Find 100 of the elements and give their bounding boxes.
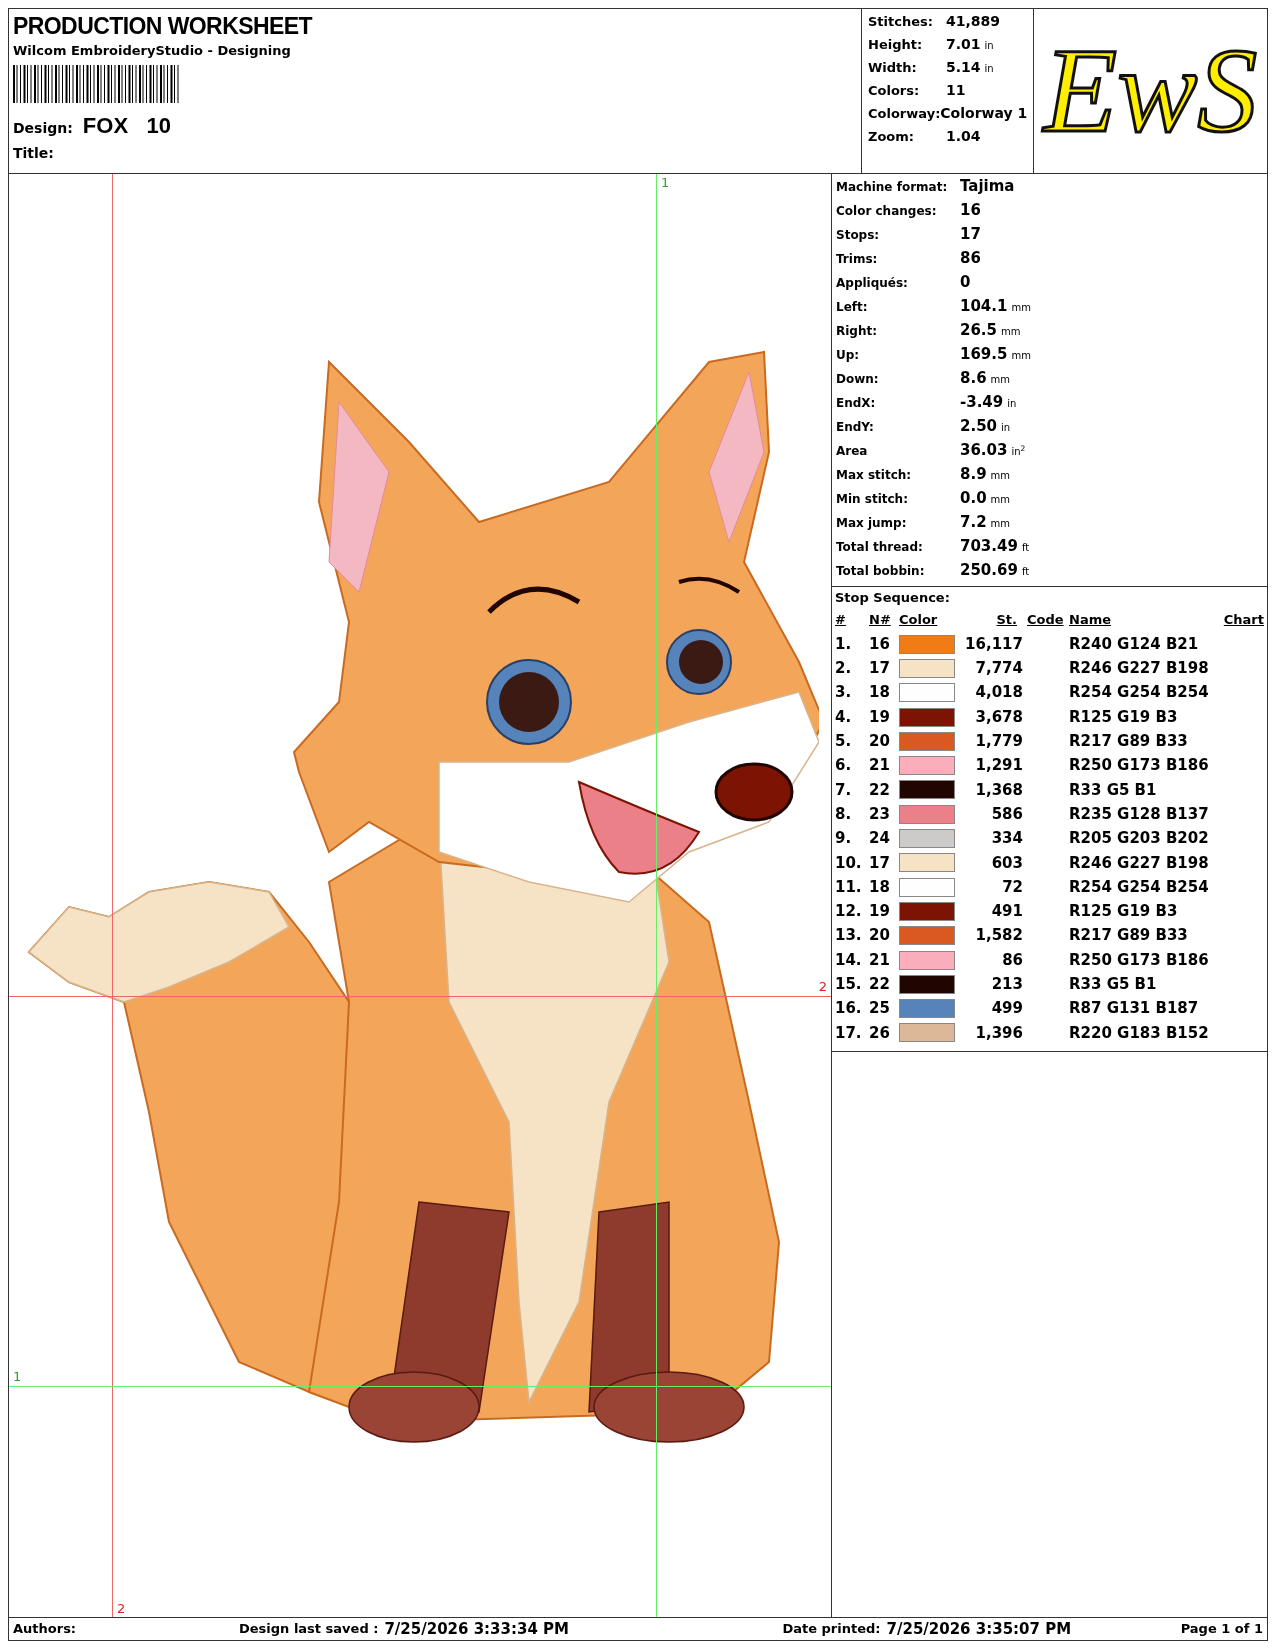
stat-label: Right: (836, 323, 879, 340)
table-cell-text: 16. (835, 998, 863, 1020)
table-cell-text: 22 (869, 974, 891, 996)
table-cell-text: 18 (869, 682, 891, 704)
software-subtitle: Wilcom EmbroideryStudio - Designing (13, 42, 292, 60)
table-cell-text: 4,018 (974, 682, 1023, 704)
table-cell-text: R250 G173 B186 (1069, 949, 1210, 971)
table-cell-text: 23 (869, 803, 891, 825)
table-cell-text: 1,582 (974, 925, 1023, 947)
table-cell-text: 3,678 (974, 706, 1023, 728)
design-label: Design: (13, 119, 73, 138)
stat-value: 250.69 ft (960, 560, 1030, 581)
printed-date: 7/25/2026 3:35:07 PM (886, 1618, 1072, 1640)
table-cell-text: 334 (990, 828, 1023, 850)
summary-label: Height: (868, 36, 924, 54)
stat-label: Total bobbin: (836, 563, 926, 580)
guide-label: 2 (818, 980, 827, 993)
table-cell-text: 1,396 (974, 1022, 1023, 1044)
guide-label: 1 (13, 1370, 22, 1383)
table-cell-text: 1,368 (974, 779, 1023, 801)
table-cell-text: 603 (990, 852, 1023, 874)
stat-value: 26.5 mm (960, 320, 1021, 341)
summary-label: Colorway: (868, 105, 941, 123)
design-name: FOX 10 (82, 112, 171, 140)
table-cell-text: 491 (990, 901, 1023, 923)
table-cell-text: 11. (835, 876, 863, 898)
table-cell-text: 24 (869, 828, 891, 850)
stat-label: Up: (836, 347, 861, 364)
table-cell-text: 14. (835, 949, 863, 971)
stat-label: Area (836, 443, 869, 460)
guide-label: 1 (661, 176, 670, 189)
table-cell-text: R246 G227 B198 (1069, 658, 1210, 680)
stat-value: 17 (960, 224, 981, 245)
stat-value: Tajima (960, 176, 1015, 197)
table-cell-text: R254 G254 B254 (1069, 876, 1210, 898)
stat-label: EndX: (836, 395, 877, 412)
table-cell-text: 17. (835, 1022, 863, 1044)
table-cell-text: R254 G254 B254 (1069, 682, 1210, 704)
summary-label: Colors: (868, 82, 921, 100)
table-cell-text: R125 G19 B3 (1069, 901, 1179, 923)
stat-value: 36.03 in$^{2}$ (960, 440, 1026, 461)
table-cell-text: 17 (869, 658, 891, 680)
table-cell-text: 3. (835, 682, 853, 704)
table-cell-text: R125 G19 B3 (1069, 706, 1179, 728)
table-cell-text: 6. (835, 755, 853, 777)
table-cell-text: 17 (869, 852, 891, 874)
summary-value: 5.14 in (946, 58, 994, 77)
table-cell-text: 25 (869, 998, 891, 1020)
summary-label: Width: (868, 59, 918, 77)
authors-label: Authors: (13, 1620, 78, 1639)
stat-value: 8.9 mm (960, 464, 1011, 485)
column-header: Color (899, 611, 939, 630)
title-label: Title: (13, 144, 55, 163)
table-cell-text: 2. (835, 658, 853, 680)
table-cell-text: 1,779 (974, 731, 1023, 753)
table-cell-text: 4. (835, 706, 853, 728)
table-cell-text: R220 G183 B152 (1069, 1022, 1210, 1044)
table-cell-text: 16,117 (964, 633, 1023, 655)
table-cell-text: 86 (1001, 949, 1023, 971)
saved-label: Design last saved : (239, 1620, 379, 1639)
table-cell-text: R217 G89 B33 (1069, 925, 1189, 947)
stat-value: 0 (960, 272, 971, 293)
summary-value: 7.01 in (946, 35, 994, 54)
column-header: # (835, 611, 847, 630)
table-cell-text: 21 (869, 949, 891, 971)
stat-value: 7.2 mm (960, 512, 1011, 533)
page-number: Page 1 of 1 (1180, 1620, 1263, 1639)
stat-label: Stops: (836, 227, 881, 244)
table-cell-text: 1. (835, 633, 853, 655)
summary-value: Colorway 1 (940, 104, 1028, 123)
table-cell-text: R235 G128 B137 (1069, 803, 1210, 825)
column-header: Code (1026, 611, 1065, 630)
stat-label: Left: (836, 299, 869, 316)
table-cell-text: 72 (1001, 876, 1023, 898)
saved-date: 7/25/2026 3:33:34 PM (384, 1618, 570, 1640)
stat-value: 2.50 in (960, 416, 1011, 437)
table-cell-text: R240 G124 B21 (1069, 633, 1200, 655)
table-cell-text: 20 (869, 925, 891, 947)
table-cell-text: 19 (869, 706, 891, 728)
table-cell-text: 20 (869, 731, 891, 753)
stat-value: 86 (960, 248, 981, 269)
worksheet-title: PRODUCTION WORKSHEET (13, 12, 314, 41)
stat-value: 16 (960, 200, 981, 221)
table-cell-text: R33 G5 B1 (1069, 974, 1158, 996)
table-cell-text: 213 (990, 974, 1023, 996)
table-cell-text: 1,291 (974, 755, 1023, 777)
table-cell-text: 5. (835, 731, 853, 753)
stat-value: -3.49 in (960, 392, 1017, 413)
stat-label: Appliqués: (836, 275, 909, 292)
table-cell-text: 499 (990, 998, 1023, 1020)
stat-value: 104.1 mm (960, 296, 1031, 317)
stat-value: 0.0 mm (960, 488, 1011, 509)
table-cell-text: 22 (869, 779, 891, 801)
table-cell-text: R33 G5 B1 (1069, 779, 1158, 801)
table-cell-text: R87 G131 B187 (1069, 998, 1200, 1020)
table-cell-text: 26 (869, 1022, 891, 1044)
summary-value: 1.04 (946, 127, 981, 146)
section-title: Stop Sequence: (835, 589, 951, 607)
table-cell-text: R246 G227 B198 (1069, 852, 1210, 874)
summary-label: Stitches: (868, 13, 934, 31)
